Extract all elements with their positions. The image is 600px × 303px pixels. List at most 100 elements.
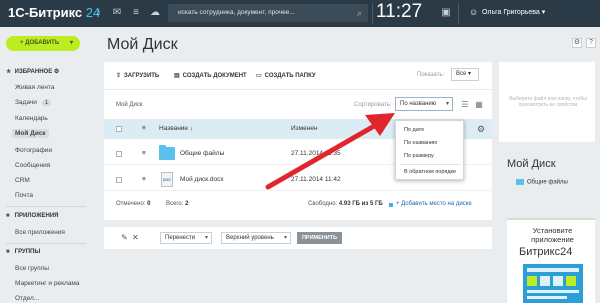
- breadcrumb[interactable]: Мой Диск: [116, 102, 142, 108]
- sidebar-item-messages[interactable]: Сообщения: [15, 162, 50, 169]
- timer-icon[interactable]: ▣: [440, 7, 452, 19]
- page-title: Мой Диск: [107, 36, 178, 53]
- bell-icon[interactable]: ♪: [92, 7, 104, 19]
- messages-icon[interactable]: ✉: [111, 7, 123, 19]
- section-favorites[interactable]: ★ ИЗБРАННОЕ ⚙: [6, 68, 59, 75]
- folder-icon: [516, 179, 524, 185]
- sort-option-size[interactable]: По размеру: [404, 153, 434, 159]
- user-avatar-icon[interactable]: ☺: [469, 7, 478, 18]
- add-disk-space-link[interactable]: + Добавить место на диске: [396, 201, 472, 207]
- divider: [400, 164, 461, 165]
- promo-brand: Битрикс24: [519, 246, 573, 258]
- upload-button[interactable]: ⇪ ЗАГРУЗИТЬ: [116, 72, 159, 79]
- menu-icon[interactable]: ≡: [142, 150, 146, 157]
- section-apps[interactable]: ■ ПРИЛОЖЕНИЯ: [6, 213, 58, 219]
- file-name[interactable]: Общие файлы: [180, 150, 224, 157]
- chevron-down-icon: ▾: [283, 235, 287, 241]
- selected-count: Отмечено: 0: [116, 201, 151, 207]
- gear-icon[interactable]: ⚙: [477, 124, 485, 134]
- properties-hint: Выберите файл или папку, чтобы просмотре…: [509, 96, 587, 108]
- column-name[interactable]: Название ↓: [159, 125, 193, 132]
- total-count: Всего: 2: [166, 201, 189, 207]
- sidebar-item-photos[interactable]: Фотографии: [15, 147, 52, 154]
- tasks-badge: 1: [41, 100, 52, 106]
- search-icon[interactable]: ⌕: [357, 4, 362, 22]
- show-filter-select[interactable]: Все ▾: [451, 68, 479, 81]
- divider: [6, 206, 86, 207]
- disk-usage-bar: [389, 203, 393, 207]
- divider: [372, 3, 373, 24]
- level-select[interactable]: Верхний уровень ▾: [221, 232, 291, 244]
- apps-icon: ■: [6, 213, 10, 219]
- tile-view-icon[interactable]: ▦: [474, 100, 484, 109]
- move-select[interactable]: Перенести ▾: [160, 232, 212, 244]
- row-checkbox[interactable]: [116, 177, 122, 183]
- chevron-down-icon: ▾: [204, 235, 208, 241]
- sort-select[interactable]: По названию ▾: [395, 97, 453, 111]
- divider: [104, 89, 492, 90]
- app-screenshot: [523, 264, 583, 303]
- sidebar-item-feed[interactable]: Живая лента: [15, 84, 54, 91]
- upload-icon: ⇪: [116, 73, 122, 79]
- sidebar-item-marketing[interactable]: Маркетинг и реклама: [15, 280, 79, 287]
- sort-option-reverse[interactable]: В обратном порядке: [404, 169, 456, 175]
- sidebar-item-all-apps[interactable]: Все приложения: [15, 229, 65, 236]
- select-all-checkbox[interactable]: [116, 126, 122, 132]
- app-logo[interactable]: 1С-Битрикс 24: [8, 5, 100, 20]
- user-name[interactable]: Ольга Григорьева ▾: [482, 8, 545, 16]
- sidebar-item-mail[interactable]: Почта: [15, 192, 33, 199]
- add-button[interactable]: + ДОБАВИТЬ ▾: [6, 36, 80, 51]
- help-icon[interactable]: ?: [586, 38, 596, 48]
- menu-icon[interactable]: ≡: [142, 176, 146, 183]
- promo-banner[interactable]: Установите приложение Битрикс24: [507, 218, 595, 303]
- group-action-bar: ✎ ✕ Перенести ▾ Верхний уровень ▾ ПРИМЕНИТ…: [104, 227, 492, 249]
- promo-title: Установите приложение: [531, 226, 574, 244]
- create-folder-button[interactable]: ▭ СОЗДАТЬ ПАПКУ: [256, 72, 316, 79]
- file-name[interactable]: Мой диск.docx: [180, 176, 224, 183]
- row-checkbox[interactable]: [116, 151, 122, 157]
- sort-option-name[interactable]: По названию: [404, 140, 437, 146]
- menu-icon[interactable]: ≡: [142, 125, 146, 132]
- column-modified[interactable]: Изменен: [291, 125, 318, 132]
- file-modified: 27.11.2014 11:35: [291, 150, 341, 157]
- divider: [6, 243, 86, 244]
- sort-label: Сортировать:: [354, 102, 392, 108]
- docx-file-icon: [161, 172, 173, 187]
- right-title: Мой Диск: [507, 158, 556, 170]
- star-icon: ★: [6, 69, 12, 75]
- groups-icon: ■: [6, 249, 10, 255]
- settings-icon[interactable]: ⚙: [54, 69, 59, 75]
- sidebar-item-all-groups[interactable]: Все группы: [15, 265, 49, 272]
- sidebar-item-tasks[interactable]: Задачи 1: [15, 99, 52, 106]
- search-input[interactable]: искать сотрудника, документ, прочее... ⌕: [168, 4, 368, 22]
- left-sidebar: + ДОБАВИТЬ ▾ ★ ИЗБРАННОЕ ⚙ Живая лента За…: [0, 27, 90, 303]
- chevron-down-icon: ▾: [69, 40, 73, 46]
- properties-panel: Выберите файл или папку, чтобы просмотре…: [499, 62, 595, 142]
- right-item-shared-files[interactable]: Общие файлы: [516, 179, 568, 186]
- folder-icon: [159, 145, 175, 160]
- sidebar-item-my-disk[interactable]: Мой Диск: [12, 129, 49, 138]
- document-icon: ▤: [174, 73, 180, 79]
- table-footer: Отмечено: 0 Всего: 2 Свободно: 4.93 ГБ и…: [104, 198, 492, 214]
- apply-button[interactable]: ПРИМЕНИТЬ: [297, 232, 342, 244]
- sidebar-item-crm[interactable]: CRM: [15, 177, 30, 184]
- file-modified: 27.11.2014 11:42: [291, 176, 341, 183]
- sidebar-item-department[interactable]: Отдел...: [15, 295, 39, 302]
- folder-icon: ▭: [256, 73, 262, 79]
- gear-icon[interactable]: ⚙: [572, 38, 582, 48]
- list-view-icon[interactable]: ☰: [460, 100, 470, 109]
- clock[interactable]: 11:27: [376, 1, 422, 23]
- close-icon[interactable]: ✕: [132, 233, 139, 243]
- sidebar-item-calendar[interactable]: Календарь: [15, 115, 48, 122]
- free-space: Свободно: 4.93 ГБ из 5 ГБ: [308, 201, 383, 207]
- show-label: Показать:: [417, 72, 445, 78]
- notifications-icon[interactable]: ≡: [130, 7, 142, 19]
- edit-icon[interactable]: ✎: [121, 233, 128, 243]
- chevron-down-icon: ▾: [445, 101, 449, 107]
- divider: [458, 3, 459, 24]
- create-document-button[interactable]: ▤ СОЗДАТЬ ДОКУМЕНТ: [174, 72, 247, 79]
- section-groups[interactable]: ■ ГРУППЫ: [6, 249, 40, 255]
- sort-option-date[interactable]: По дате: [404, 127, 424, 133]
- cloud-icon[interactable]: ☁: [149, 7, 161, 19]
- sort-dropdown-menu: По дате По названию По размеру В обратно…: [395, 120, 464, 180]
